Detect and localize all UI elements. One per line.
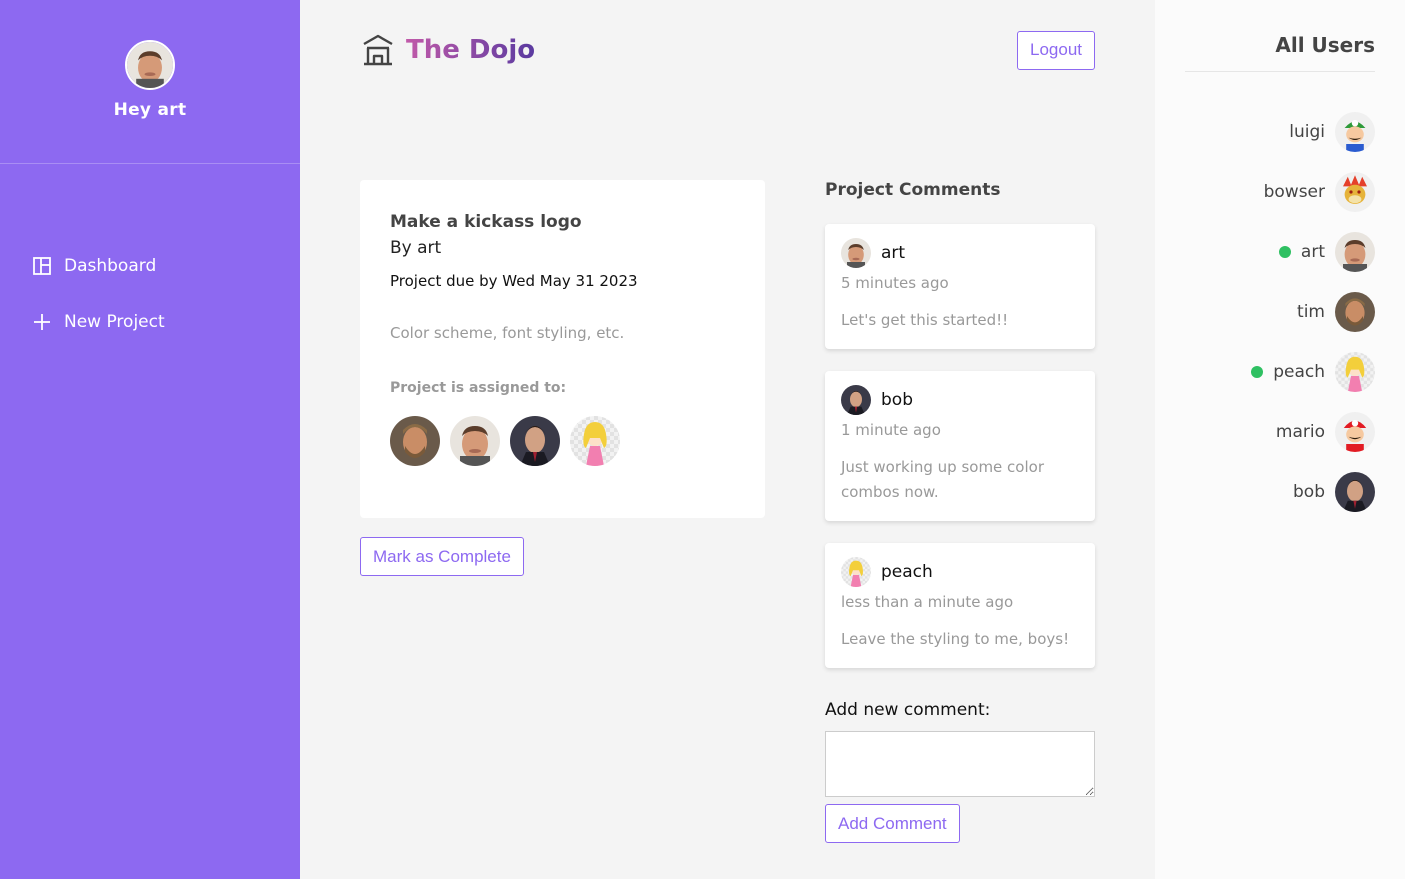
comment-time: less than a minute ago: [841, 593, 1014, 611]
avatar: [1335, 112, 1375, 152]
assigned-label: Project is assigned to:: [390, 380, 567, 396]
user-item-bowser: bowser: [1264, 172, 1375, 212]
avatar: [841, 385, 871, 415]
comment-item: art 5 minutes ago Let's get this started…: [825, 224, 1095, 349]
sidebar-item-dashboard[interactable]: Dashboard: [32, 252, 300, 280]
user-list: All Users luigi bowser art tim peach mar…: [1155, 0, 1405, 879]
assigned-users: [390, 416, 735, 466]
comment-text: Leave the styling to me, boys!: [841, 630, 1070, 648]
avatar: [841, 238, 871, 268]
project-comments: Project Comments art 5 minutes ago Let's…: [825, 180, 1095, 668]
user-name: peach: [1273, 362, 1325, 382]
comment-item: peach less than a minute ago Leave the s…: [825, 543, 1095, 668]
comment-time: 1 minute ago: [841, 421, 941, 439]
users-heading: All Users: [1275, 33, 1375, 57]
user-name: bowser: [1263, 182, 1325, 202]
sidebar: Hey art Dashboard New Project: [0, 0, 300, 879]
logo[interactable]: The Dojo: [360, 32, 535, 68]
sidebar-nav: Dashboard New Project: [0, 252, 300, 336]
comment-time: 5 minutes ago: [841, 274, 949, 292]
online-indicator: [1251, 366, 1264, 378]
project-author: By art: [390, 238, 442, 258]
logo-text: The Dojo: [406, 35, 536, 65]
user-item-bob: bob: [1293, 472, 1375, 512]
project-details: Color scheme, font styling, etc.: [390, 324, 625, 342]
user-item-luigi: luigi: [1289, 112, 1375, 152]
avatar: [1335, 292, 1375, 332]
avatar-art: [450, 416, 500, 466]
user-item-tim: tim: [1297, 292, 1375, 332]
avatar: [841, 557, 871, 587]
comment-author: art: [881, 243, 906, 263]
comment-input[interactable]: [825, 731, 1095, 797]
user-item-peach: peach: [1251, 352, 1375, 392]
user-name: mario: [1275, 422, 1325, 442]
project-due-date: Project due by Wed May 31 2023: [390, 272, 638, 290]
plus-icon: [32, 312, 52, 332]
user-item-mario: mario: [1276, 412, 1375, 452]
add-comment-button[interactable]: Add Comment: [825, 804, 960, 843]
user-item-art: art: [1278, 232, 1375, 272]
avatar: [125, 40, 175, 90]
avatar: [1335, 412, 1375, 452]
temple-icon: [363, 34, 393, 66]
comments-heading: Project Comments: [825, 180, 1001, 200]
user-name: bob: [1293, 482, 1325, 502]
avatar: [1335, 472, 1375, 512]
greeting: Hey art: [113, 100, 187, 120]
avatar: [1335, 172, 1375, 212]
avatar-peach: [570, 416, 620, 466]
user-name: art: [1300, 242, 1325, 262]
comment-author: bob: [881, 390, 913, 410]
sidebar-item-new-project[interactable]: New Project: [32, 308, 300, 336]
dashboard-icon: [32, 256, 52, 276]
avatar-tim: [390, 416, 440, 466]
sidebar-item-label: New Project: [64, 312, 165, 332]
avatar: [1335, 232, 1375, 272]
project-title: Make a kickass logo: [390, 212, 582, 232]
comment-text: Let's get this started!!: [841, 311, 1009, 329]
add-comment-label: Add new comment:: [825, 700, 991, 720]
user-name: luigi: [1289, 122, 1325, 142]
sidebar-item-label: Dashboard: [64, 256, 157, 276]
sidebar-user: Hey art: [0, 0, 300, 164]
comment-text: Just working up some color combos now.: [841, 458, 1044, 501]
project-summary: Make a kickass logo By art Project due b…: [360, 180, 765, 518]
navbar: The Dojo Logout: [360, 30, 1095, 70]
divider: [1185, 71, 1375, 72]
avatar-bob: [510, 416, 560, 466]
avatar: [1335, 352, 1375, 392]
mark-complete-button[interactable]: Mark as Complete: [360, 537, 524, 576]
user-name: tim: [1297, 302, 1325, 322]
comment-item: bob 1 minute ago Just working up some co…: [825, 371, 1095, 521]
online-indicator: [1278, 246, 1291, 258]
logout-button[interactable]: Logout: [1017, 30, 1095, 70]
comment-author: peach: [881, 562, 933, 582]
